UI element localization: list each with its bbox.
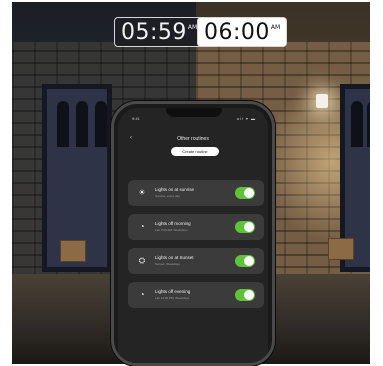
routine-title: Lights off evening bbox=[155, 289, 191, 294]
door-window bbox=[367, 101, 370, 147]
routine-subtitle: Sunset, Weekdays bbox=[155, 262, 180, 266]
clock-ampm: AM bbox=[270, 24, 281, 31]
clock-night: 05:59 AM bbox=[114, 17, 205, 47]
wall-lamp bbox=[316, 94, 328, 108]
routine-title: Lights off morning bbox=[155, 221, 191, 226]
phone-notch bbox=[166, 108, 222, 117]
package-box bbox=[328, 238, 354, 260]
clock-time: 05:59 bbox=[121, 20, 187, 45]
package-box bbox=[60, 240, 86, 262]
clock-icon: ◔ bbox=[139, 290, 145, 299]
toggle-knob bbox=[244, 256, 254, 266]
page-title: Other routines bbox=[177, 136, 209, 142]
clock-day: 06:00 AM bbox=[197, 17, 288, 47]
status-icons: all ▾ ▬ bbox=[236, 116, 256, 121]
clock-icon: ◔ bbox=[139, 222, 145, 231]
routine-title: Lights on at Sunset bbox=[155, 255, 194, 260]
toggle-knob bbox=[244, 222, 254, 232]
create-routine-button[interactable]: Create routine bbox=[171, 147, 219, 156]
routine-subtitle: Lab 11:00 PM, Weekdays bbox=[155, 296, 190, 300]
sunrise-icon: ☀ bbox=[138, 188, 146, 197]
door-window bbox=[95, 101, 107, 147]
routine-toggle[interactable] bbox=[235, 255, 255, 267]
door-window bbox=[57, 101, 69, 147]
status-time: 9:41 bbox=[132, 116, 140, 121]
routine-title: Lights on at sunrise bbox=[155, 187, 195, 192]
routine-toggle[interactable] bbox=[235, 221, 255, 233]
toggle-knob bbox=[244, 290, 254, 300]
routine-card[interactable]: ◔ Lights off morning Lab 9:00 AM, Weekda… bbox=[128, 214, 264, 240]
routine-subtitle: Sunrise, every day bbox=[155, 194, 180, 198]
routine-toggle[interactable] bbox=[235, 289, 255, 301]
routine-toggle[interactable] bbox=[235, 187, 255, 199]
routine-card[interactable]: ◔ Lights off evening Lab 11:00 PM, Weekd… bbox=[128, 282, 264, 308]
toggle-knob bbox=[244, 188, 254, 198]
routine-subtitle: Lab 9:00 AM, Weekdays bbox=[155, 228, 188, 232]
routine-card[interactable]: ⛭ Lights on at Sunset Sunset, Weekdays bbox=[128, 248, 264, 274]
clock-ampm: AM bbox=[187, 24, 198, 31]
smartphone: 9:41 all ▾ ▬ ‹ Other routines Create rou… bbox=[111, 101, 275, 366]
clock-time: 06:00 bbox=[204, 20, 270, 45]
door-window bbox=[351, 101, 363, 147]
sunset-icon: ⛭ bbox=[138, 256, 146, 265]
phone-screen: 9:41 all ▾ ▬ ‹ Other routines Create rou… bbox=[118, 108, 268, 363]
door-window bbox=[76, 101, 88, 147]
routine-card[interactable]: ☀ Lights on at sunrise Sunrise, every da… bbox=[128, 180, 264, 206]
